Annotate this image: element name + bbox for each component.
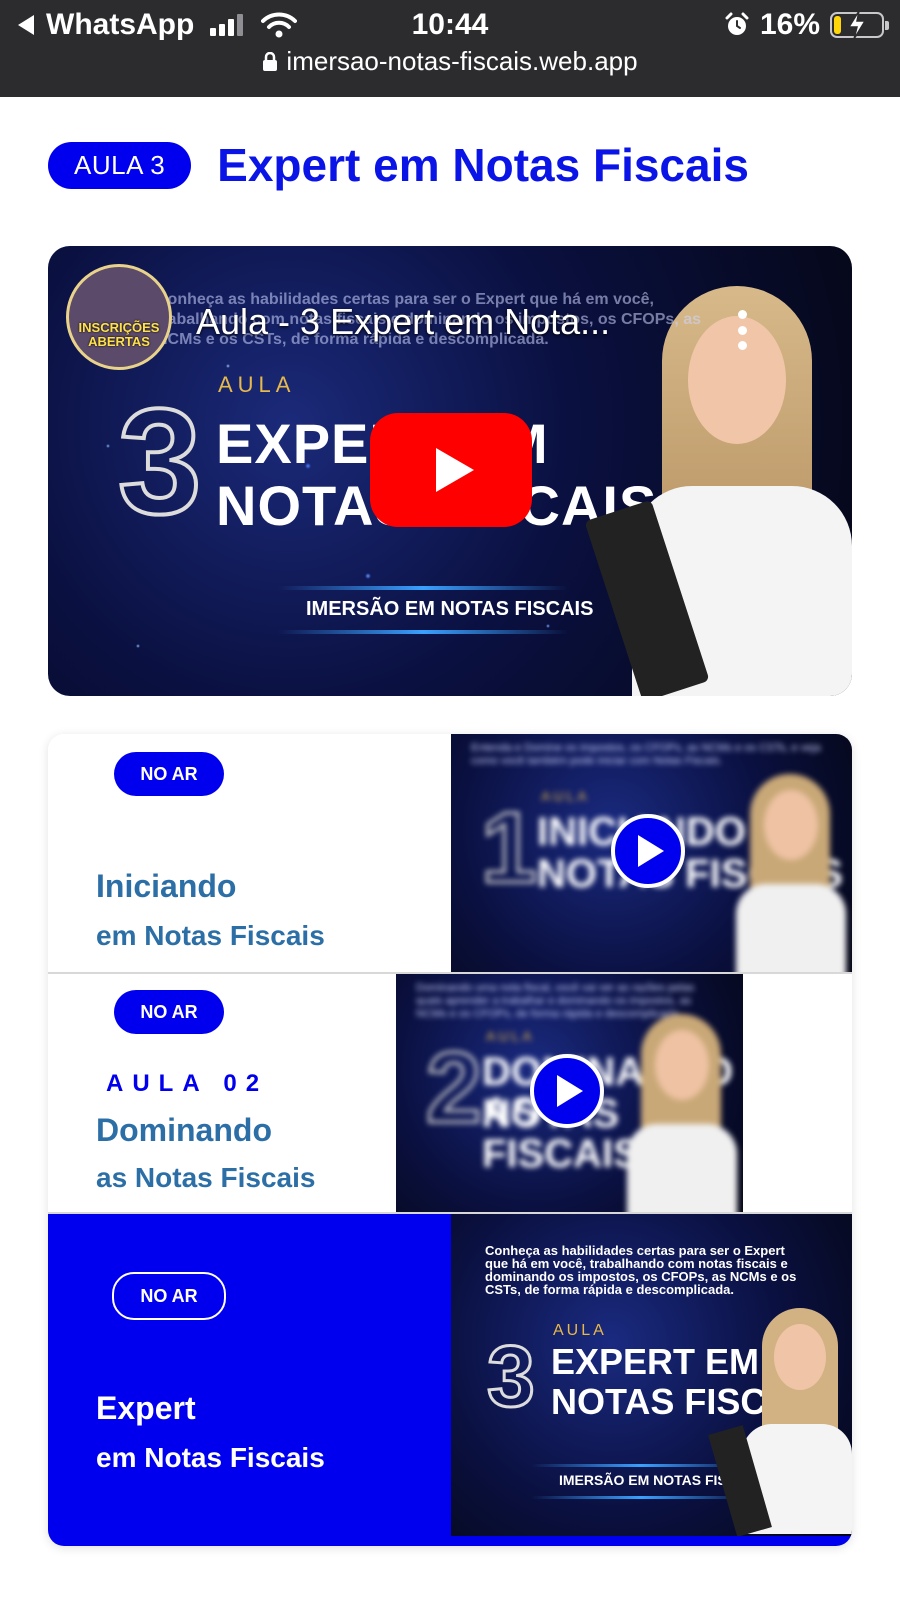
thumb-glow-line [531, 1496, 751, 1499]
thumb-aula-word: AULA [541, 788, 590, 804]
lesson-card-2[interactable]: NO AR AULA 02 Dominando as Notas Fiscais… [48, 974, 852, 1214]
charging-bolt-icon [847, 10, 867, 40]
lock-icon [263, 51, 278, 71]
battery-charging-icon [830, 10, 889, 40]
lesson-title: Iniciando [96, 868, 237, 904]
lesson-subtitle: as Notas Fiscais [96, 1162, 316, 1193]
thumb-glow-line [278, 586, 568, 590]
presenter-photo [627, 1014, 737, 1212]
lesson-card-3[interactable]: NO AR Expert em Notas Fiscais Conheça as… [48, 1214, 852, 1546]
alarm-icon [725, 12, 749, 35]
lesson-thumbnail[interactable]: Dominando uma nota fiscal, você vai ver … [396, 974, 743, 1212]
live-badge: NO AR [114, 990, 224, 1034]
lesson-subtitle: em Notas Fiscais [96, 920, 325, 951]
play-circle-button[interactable] [611, 814, 685, 888]
lesson-kicker: AULA 02 [106, 1070, 269, 1097]
play-circle-icon [557, 1075, 583, 1107]
lesson-card-1[interactable]: NO AR Iniciando em Notas Fiscais Entenda… [48, 734, 852, 974]
thumb-subtitle: IMERSÃO EM NOTAS FISCAIS [306, 598, 594, 620]
lesson-subtitle: em Notas Fiscais [96, 1442, 325, 1473]
thumb-description: Entenda e Domine os impostos, os CFOPs, … [471, 742, 821, 767]
thumb-lesson-number: 1 [480, 792, 539, 904]
video-title[interactable]: Aula - 3 Expert em Nota... [196, 301, 610, 343]
lesson-title: Dominando [96, 1112, 272, 1148]
presenter-photo [736, 774, 846, 972]
lesson-title: Expert [96, 1390, 196, 1426]
page-title: Expert em Notas Fiscais [217, 139, 749, 191]
youtube-video-player[interactable]: AULA 3 EXPERT EM NOTAS FISCAIS IMERSÃO E… [48, 246, 852, 696]
youtube-play-icon [436, 448, 474, 492]
presenter-photo [708, 1308, 852, 1536]
live-badge: NO AR [112, 1272, 226, 1320]
thumb-lesson-number: 3 [116, 377, 203, 545]
channel-avatar-badge: INSCRIÇÕES ABERTAS [78, 320, 160, 349]
lesson-thumbnail[interactable]: Conheça as habilidades certas para ser o… [451, 1214, 852, 1536]
thumb-description: Conheça as habilidades certas para ser o… [485, 1243, 797, 1297]
thumb-lesson-number: 2 [425, 1032, 484, 1144]
lesson-header: AULA 3 Expert em Notas Fiscais [48, 138, 749, 192]
battery-fill [834, 16, 841, 34]
thumb-glow-line [278, 630, 568, 634]
youtube-play-button[interactable] [370, 413, 532, 527]
status-right: 16% [724, 8, 889, 42]
status-bar: WhatsApp 10:44 16% imersao-notas-fiscais… [0, 0, 900, 97]
thumb-aula-word: AULA [218, 372, 296, 397]
address-bar[interactable]: imersao-notas-fiscais.web.app [0, 46, 900, 77]
thumb-title-line1: EXPERT EM [551, 1341, 760, 1382]
lesson-list: NO AR Iniciando em Notas Fiscais Entenda… [48, 734, 852, 1546]
thumb-aula-word: AULA [553, 1322, 607, 1339]
channel-avatar[interactable]: INSCRIÇÕES ABERTAS [66, 264, 172, 370]
lesson-number-pill: AULA 3 [48, 141, 192, 189]
lesson-thumbnail[interactable]: Entenda e Domine os impostos, os CFOPs, … [451, 734, 852, 972]
play-circle-icon [638, 835, 664, 867]
url-text[interactable]: imersao-notas-fiscais.web.app [286, 46, 637, 77]
thumb-lesson-number: 3 [486, 1329, 537, 1425]
more-options-icon[interactable] [736, 310, 748, 350]
battery-percent: 16% [759, 8, 820, 41]
live-badge: NO AR [114, 752, 224, 796]
thumb-aula-word: AULA [486, 1028, 535, 1044]
play-circle-button[interactable] [530, 1054, 604, 1128]
